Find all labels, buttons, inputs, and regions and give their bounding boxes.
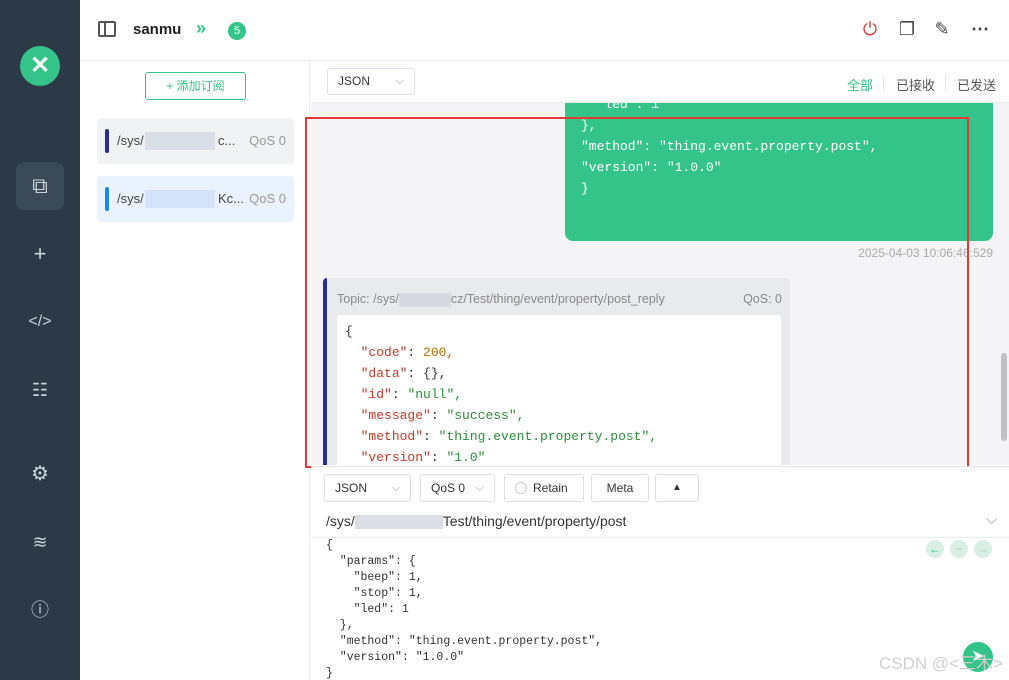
retain-radio[interactable] [515,482,527,494]
subscription-qos: QoS 0 [249,133,286,148]
plus-icon: + [166,79,177,93]
message-scrollbar[interactable] [1001,353,1007,441]
message-toolbar: JSON ⌵ 全部 已接收 已发送 [311,61,1009,103]
divider [945,75,946,91]
publish-composer: JSON ⌵ QoS 0 ⌵ Retain Meta ▲ /sys/Test/t… [311,466,1009,680]
connection-count-badge: 5 [228,22,246,40]
subscriptions-panel: + 添加订阅 /sys/ c... QoS 0 /sys/ Kc... QoS … [80,61,310,680]
redacted-mask [145,190,215,208]
more-icon[interactable]: ⋯ [968,17,992,41]
new-connection-icon[interactable]: + [16,230,64,278]
subscription-item[interactable]: /sys/ c... QoS 0 [97,118,294,164]
edit-icon[interactable]: ✎ [930,17,954,41]
publish-qos-value: QoS 0 [431,481,466,495]
divider [883,75,884,91]
chevron-down-icon: ⌵ [391,482,400,494]
subscription-color-bar [105,129,109,153]
filter-sent[interactable]: 已发送 [957,75,996,94]
settings-icon[interactable]: ⚙ [16,450,64,498]
redacted-mask [354,515,443,530]
publish-format-select[interactable]: JSON ⌵ [324,474,411,502]
script-icon[interactable]: </> [16,298,64,346]
log-icon[interactable]: ☷ [16,366,64,414]
chevron-down-icon: ⌵ [395,75,404,87]
subscription-item[interactable]: /sys/ Kc... QoS 0 [97,176,294,222]
topic-start: /sys/ [326,513,355,529]
retain-toggle[interactable]: Retain [504,474,584,502]
add-subscription-label: 添加订阅 [176,79,225,93]
highlight-annotation [305,117,969,468]
connections-icon[interactable]: ⧉ [16,162,64,210]
subscription-topic-tail: c... [218,133,236,148]
publish-format-value: JSON [335,481,368,495]
redacted-mask [145,132,215,150]
collapse-chevron-icon[interactable]: » [196,18,206,39]
subscription-qos: QoS 0 [249,191,286,206]
connection-name: sanmu [133,21,182,38]
app-logo-icon[interactable]: ✕ [20,46,60,86]
chevron-down-icon[interactable]: ⌵ [986,511,997,528]
connection-header: sanmu » 5 ⏻ ❐ ✎ ⋯ [80,0,1009,61]
filter-all[interactable]: 全部 [847,75,873,94]
retain-label: Retain [533,481,568,495]
history-back-icon[interactable]: ← [926,540,944,558]
meta-button[interactable]: Meta [591,474,649,502]
about-icon[interactable]: ⓘ [16,586,64,634]
add-subscription-button[interactable]: + 添加订阅 [145,72,246,100]
disconnect-icon[interactable]: ⏻ [858,17,882,41]
payload-format-value: JSON [338,74,371,88]
expand-up-icon[interactable]: ▲ [655,474,699,502]
history-reset-icon[interactable]: − [950,540,968,558]
chevron-down-icon: ⌵ [475,482,484,494]
publish-topic-input[interactable]: /sys/Test/thing/event/property/post [326,513,627,530]
sidebar-toggle-icon[interactable] [98,21,116,37]
payload-format-select[interactable]: JSON ⌵ [327,68,415,95]
filter-received[interactable]: 已接收 [896,75,935,94]
publish-qos-select[interactable]: QoS 0 ⌵ [420,474,495,502]
subscription-color-bar [105,187,109,211]
new-window-icon[interactable]: ❐ [895,17,919,41]
watermark: CSDN @<三木> [878,654,1003,673]
app-rail: ✕ ⧉ + </> ☷ ⚙ ≋ ⓘ [0,0,80,680]
history-forward-icon[interactable]: → [974,540,992,558]
topic-tail: Test/thing/event/property/post [442,513,627,529]
subscription-feed-icon[interactable]: ≋ [16,518,64,566]
subscription-topic-tail: Kc... [218,191,245,206]
